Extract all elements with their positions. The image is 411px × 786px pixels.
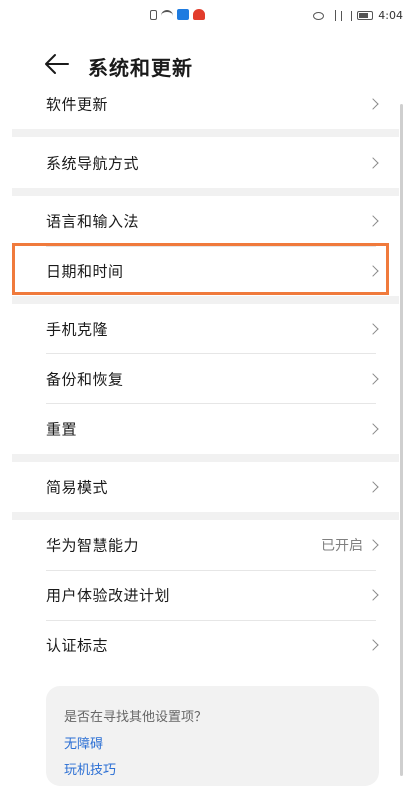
chevron-right-icon: [367, 215, 379, 227]
status-notification-icons: [150, 9, 205, 20]
item-label: 软件更新: [46, 95, 109, 114]
chevron-right-icon: [367, 639, 379, 651]
status-time: 4:04: [378, 9, 403, 22]
tips-link[interactable]: 玩机技巧: [64, 759, 116, 778]
phone-clone-item[interactable]: 手机克隆: [0, 304, 399, 354]
user-experience-item[interactable]: 用户体验改进计划: [0, 570, 399, 620]
bluetooth-icon: [329, 10, 337, 21]
software-update-item[interactable]: 软件更新: [0, 79, 399, 129]
suggestion-question: 是否在寻找其他设置项？: [64, 710, 208, 725]
chevron-right-icon: [367, 539, 379, 551]
language-input-item[interactable]: 语言和输入法: [0, 196, 399, 246]
vibrate-icon: [341, 10, 353, 21]
chevron-right-icon: [367, 373, 379, 385]
chevron-right-icon: [367, 157, 379, 169]
wifi-icon: [161, 9, 173, 20]
certification-item[interactable]: 认证标志: [0, 620, 399, 670]
item-label: 手机克隆: [46, 320, 109, 339]
simple-mode-item[interactable]: 简易模式: [0, 462, 399, 512]
chevron-right-icon: [367, 589, 379, 601]
status-system-icons: 4:04: [313, 9, 403, 22]
chevron-right-icon: [367, 423, 379, 435]
back-arrow-icon[interactable]: [44, 52, 70, 76]
item-label: 备份和恢复: [46, 370, 124, 389]
eye-icon: [313, 11, 325, 20]
section-gap: [12, 296, 399, 304]
suggestion-card: 是否在寻找其他设置项？ 无障碍 玩机技巧: [46, 686, 379, 786]
scrollbar[interactable]: [400, 104, 403, 776]
chevron-right-icon: [367, 98, 379, 110]
item-label: 用户体验改进计划: [46, 586, 171, 605]
system-navigation-item[interactable]: 系统导航方式: [0, 138, 399, 188]
chevron-right-icon: [367, 481, 379, 493]
section-gap: [12, 512, 399, 520]
page-title: 系统和更新: [88, 56, 193, 80]
huawei-ai-item[interactable]: 华为智慧能力 已开启: [0, 520, 399, 570]
section-gap: [12, 129, 399, 137]
chevron-right-icon: [367, 323, 379, 335]
backup-restore-item[interactable]: 备份和恢复: [0, 354, 399, 404]
reset-item[interactable]: 重置: [0, 404, 399, 454]
item-label: 语言和输入法: [46, 212, 140, 231]
item-label: 华为智慧能力: [46, 536, 140, 555]
section-gap: [12, 454, 399, 462]
item-label: 系统导航方式: [46, 154, 140, 173]
sim-icon: [150, 9, 157, 20]
item-label: 简易模式: [46, 478, 109, 497]
item-label: 认证标志: [46, 636, 109, 655]
item-label: 重置: [46, 420, 78, 439]
huawei-icon: [193, 9, 205, 20]
header: 系统和更新: [0, 44, 411, 84]
highlight-box: [12, 243, 389, 295]
status-bar: 4:04: [0, 0, 411, 36]
section-gap: [12, 188, 399, 196]
item-status-value: 已开启: [321, 538, 363, 554]
accessibility-link[interactable]: 无障碍: [64, 733, 103, 752]
message-icon: [177, 9, 189, 20]
battery-icon: [357, 11, 374, 20]
